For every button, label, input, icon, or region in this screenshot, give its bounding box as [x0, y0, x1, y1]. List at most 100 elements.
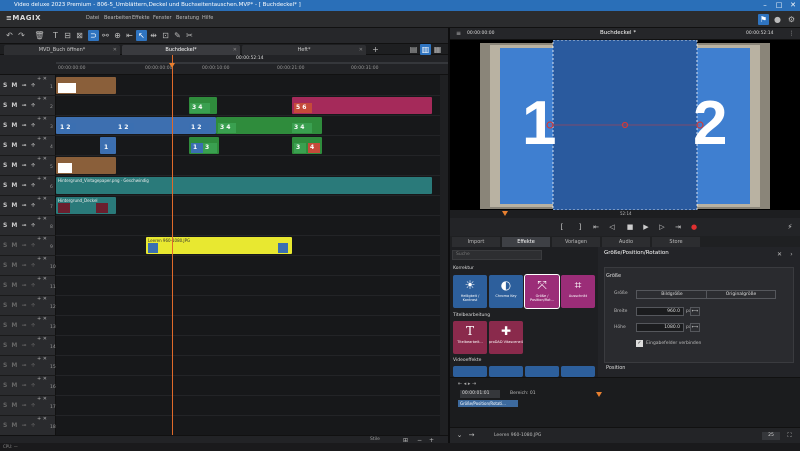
track-solo-mute[interactable]: S M ⊸ ÷	[3, 422, 37, 429]
tab-import[interactable]: Import	[452, 237, 500, 247]
effect-prodad[interactable]: ✚ proDAD Vitascene4	[489, 321, 523, 354]
track-solo-mute[interactable]: S M ⊸ ÷	[3, 82, 37, 89]
close-tab-icon[interactable]: ✕	[113, 45, 117, 55]
track-lane[interactable]	[56, 375, 448, 396]
playhead-handle[interactable]	[169, 63, 175, 68]
track-add-remove[interactable]: + ✕	[37, 396, 47, 402]
link-icon[interactable]: ⚯	[100, 30, 111, 41]
timeline-clip[interactable]: 3 4 3 4	[216, 117, 322, 134]
track-header[interactable]: + ✕ S M ⊸ ÷ 7	[0, 195, 56, 216]
track-add-remove[interactable]: + ✕	[37, 356, 47, 362]
kf-nav-icons[interactable]: ⇤ ◂ ▸ ⇥	[458, 381, 476, 387]
track-header[interactable]: + ✕ S M ⊸ ÷ 8	[0, 215, 56, 236]
zoom-field[interactable]: 25	[762, 432, 780, 440]
track-header[interactable]: + ✕ S M ⊸ ÷ 1	[0, 75, 56, 96]
pen-icon[interactable]: ✎	[172, 30, 183, 41]
close-tab-icon[interactable]: ✕	[233, 45, 237, 55]
effect-wand-icon[interactable]: ⚡	[784, 221, 796, 233]
track-add-remove[interactable]: + ✕	[37, 196, 47, 202]
timeline-clip[interactable]: 3 4	[189, 97, 217, 114]
tab-audio[interactable]: Audio	[602, 237, 650, 247]
track-solo-mute[interactable]: S M ⊸ ÷	[3, 262, 37, 269]
track-solo-mute[interactable]: S M ⊸ ÷	[3, 342, 37, 349]
split-icon[interactable]: ⊟	[62, 30, 73, 41]
track-add-remove[interactable]: + ✕	[37, 116, 47, 122]
track-header[interactable]: + ✕ S M ⊸ ÷ 10	[0, 255, 56, 276]
timeline-tracks[interactable]: 3 45 61 21 21 23 43 4 1 1 3 3 4 Hintergrund_Vi…	[56, 75, 448, 436]
track-header[interactable]: + ✕ S M ⊸ ÷ 6	[0, 175, 56, 196]
track-header[interactable]: + ✕ S M ⊸ ÷ 9	[0, 235, 56, 256]
chevron-right-icon[interactable]: ›	[786, 249, 797, 260]
maximize-button[interactable]: □	[772, 0, 786, 11]
track-add-remove[interactable]: + ✕	[37, 256, 47, 262]
track-header[interactable]: + ✕ S M ⊸ ÷ 2	[0, 95, 56, 116]
pointer-icon[interactable]: ↖	[136, 30, 147, 41]
width-stepper[interactable]: ⟷	[690, 307, 700, 316]
menu-fenster[interactable]: Fenster	[153, 15, 172, 21]
undo-icon[interactable]: ↶	[4, 30, 15, 41]
effect-titelbearbeitung[interactable]: T Titelbearbeit...	[453, 321, 487, 354]
track-header[interactable]: + ✕ S M ⊸ ÷ 15	[0, 355, 56, 376]
close-button[interactable]: ✕	[786, 0, 800, 11]
record-button-icon[interactable]: ●	[688, 221, 700, 233]
track-solo-mute[interactable]: S M ⊸ ÷	[3, 302, 37, 309]
track-solo-mute[interactable]: S M ⊸ ÷	[3, 282, 37, 289]
effects-search-input[interactable]: Suche	[452, 250, 542, 260]
tab-heft[interactable]: Heft* ✕	[242, 45, 366, 55]
magix-logo[interactable]: ≡MAGIX	[6, 14, 41, 22]
prev-frame-icon[interactable]: ◁	[606, 221, 618, 233]
next-frame-icon[interactable]: ▷	[656, 221, 668, 233]
track-header[interactable]: + ✕ S M ⊸ ÷ 18	[0, 415, 56, 436]
menu-bearbeiten[interactable]: Bearbeiten	[104, 15, 131, 21]
storyboard-view-icon[interactable]: ▤	[408, 44, 419, 55]
next-marker-icon[interactable]: ⇥	[672, 221, 684, 233]
playhead[interactable]	[169, 55, 175, 435]
minimize-button[interactable]: –	[758, 0, 772, 11]
track-solo-mute[interactable]: S M ⊸ ÷	[3, 362, 37, 369]
track-lane[interactable]	[56, 215, 448, 236]
tab-store[interactable]: Store	[652, 237, 700, 247]
timeline-ruler[interactable]: 00:00:52:14 00:00:00:00 00:00:00:00 00:0…	[0, 55, 448, 75]
track-solo-mute[interactable]: S M ⊸ ÷	[3, 242, 37, 249]
in-point-icon[interactable]: [	[556, 221, 568, 233]
track-solo-mute[interactable]: S M ⊸ ÷	[3, 202, 37, 209]
scene-view-icon[interactable]: ▦	[432, 44, 443, 55]
tab-mvd-buch-oeffnen[interactable]: MVD_Buch öffnen* ✕	[4, 45, 120, 55]
close-tab-icon[interactable]: ✕	[359, 45, 363, 55]
snap-icon[interactable]: ⇤	[124, 30, 135, 41]
monitor-ruler[interactable]: 52:14	[450, 210, 800, 218]
track-lane[interactable]	[56, 275, 448, 296]
kf-track-item[interactable]: Größe/Position/Rotati...	[458, 400, 518, 407]
effect-ausschnitt[interactable]: ⌗ Ausschnitt	[561, 275, 595, 308]
track-add-remove[interactable]: + ✕	[37, 416, 47, 422]
monitor-options-icon[interactable]: ⋮	[786, 28, 797, 39]
track-add-remove[interactable]: + ✕	[37, 236, 47, 242]
track-add-remove[interactable]: + ✕	[37, 76, 47, 82]
width-input[interactable]: 960.0	[636, 307, 684, 316]
track-solo-mute[interactable]: S M ⊸ ÷	[3, 402, 37, 409]
track-add-remove[interactable]: + ✕	[37, 276, 47, 282]
track-solo-mute[interactable]: S M ⊸ ÷	[3, 142, 37, 149]
view-mode-icon[interactable]: ⚑	[758, 14, 769, 25]
track-solo-mute[interactable]: S M ⊸ ÷	[3, 222, 37, 229]
effect-groesse-position[interactable]: ⤧ Größe / Position/Rot...	[524, 274, 560, 309]
timeline-clip[interactable]: Hintergrund_Deckel	[56, 197, 116, 214]
timeline-clip[interactable]	[56, 157, 116, 174]
play-icon[interactable]: ▶	[640, 221, 652, 233]
settings-icon[interactable]: ⚙	[786, 14, 797, 25]
bildgroesse-button[interactable]: Bildgröße	[636, 290, 708, 299]
cut-icon[interactable]: ⊠	[74, 30, 85, 41]
fullscreen-icon[interactable]: ⛶	[784, 430, 795, 441]
track-add-remove[interactable]: + ✕	[37, 216, 47, 222]
track-solo-mute[interactable]: S M ⊸ ÷	[3, 322, 37, 329]
timeline-view-icon[interactable]: ▥	[420, 44, 431, 55]
originalgroesse-button[interactable]: Originalgröße	[706, 290, 776, 299]
track-lane[interactable]	[56, 335, 448, 356]
arrow-right-icon[interactable]: →	[466, 430, 477, 441]
track-solo-mute[interactable]: S M ⊸ ÷	[3, 382, 37, 389]
delete-icon[interactable]: 🗑	[34, 30, 45, 41]
track-lane[interactable]	[56, 315, 448, 336]
track-lane[interactable]	[56, 295, 448, 316]
in-marker[interactable]	[502, 211, 508, 216]
track-header[interactable]: + ✕ S M ⊸ ÷ 11	[0, 275, 56, 296]
